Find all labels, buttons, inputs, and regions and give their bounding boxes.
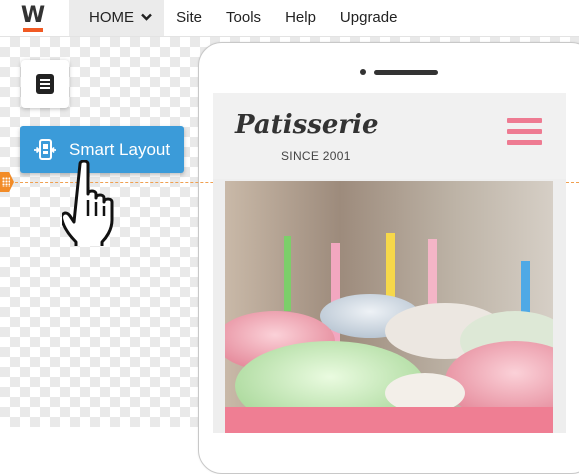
smart-layout-icon [33,138,57,161]
nav-help[interactable]: Help [273,0,328,36]
hamburger-icon[interactable] [507,118,542,146]
content-band [225,407,553,433]
phone-camera [360,69,366,75]
chevron-down-icon [141,13,153,21]
nav-upgrade[interactable]: Upgrade [328,0,410,36]
weebly-logo[interactable]: W [20,3,46,32]
site-tagline: SINCE 2001 [281,149,351,163]
top-bar: W HOME Site Tools Help Upgrade [0,0,579,37]
page-menu-button[interactable] [21,60,69,108]
logo-underline [23,28,43,32]
logo-letter: W [20,3,46,28]
phone-speaker [374,70,438,75]
smart-layout-label: Smart Layout [69,139,171,159]
mobile-preview: Patisserie SINCE 2001 [213,93,566,433]
nav-home-label: HOME [89,9,134,26]
nav-home[interactable]: HOME [69,0,165,36]
site-title: Patisserie [235,110,379,140]
grip-icon [2,177,10,187]
site-header[interactable]: Patisserie SINCE 2001 [213,93,566,179]
main-nav: HOME Site Tools Help Upgrade [69,0,409,36]
document-icon [36,74,54,94]
nav-tools[interactable]: Tools [214,0,273,36]
hero-image [225,181,553,407]
hand-pointer-icon [62,160,114,246]
nav-site[interactable]: Site [164,0,214,36]
